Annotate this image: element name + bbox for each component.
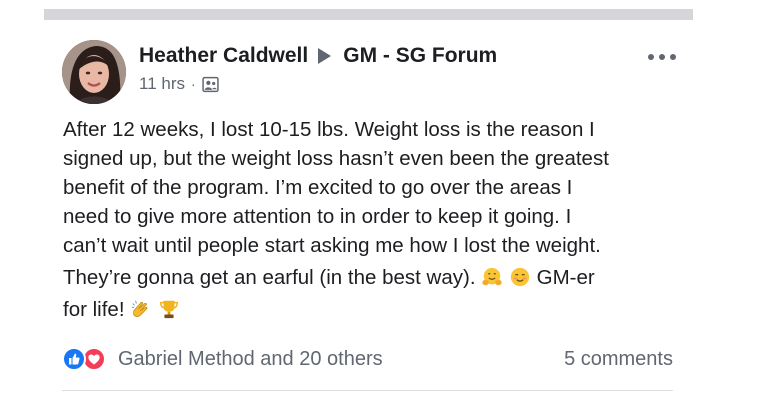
group-members-icon[interactable] xyxy=(201,76,219,93)
post-text-line: need to give more attention to in order … xyxy=(63,205,572,228)
post-body: After 12 weeks, I lost 10-15 lbs. Weight… xyxy=(63,115,683,324)
footer-divider xyxy=(62,390,673,391)
hugging-face-icon xyxy=(482,267,502,286)
post-text-segment: GM-er xyxy=(536,266,595,289)
smiling-face-icon xyxy=(510,267,530,287)
post-text-line-with-emoji: for life! xyxy=(63,295,683,324)
avatar-photo xyxy=(62,40,126,104)
trophy-icon xyxy=(159,300,178,319)
reactions-count-text[interactable]: Gabriel Method and 20 others xyxy=(118,348,383,371)
post-text-line: After 12 weeks, I lost 10-15 lbs. Weight… xyxy=(63,118,595,141)
post-text-segment: They’re gonna get an earful (in the best… xyxy=(63,266,476,289)
post-card: Heather Caldwell GM - SG Forum 11 hrs · … xyxy=(44,20,693,408)
post-meta: 11 hrs · xyxy=(139,74,219,94)
like-reaction-icon xyxy=(62,347,86,371)
post-text-line: benefit of the program. I’m excited to g… xyxy=(63,176,573,199)
post-text-line-with-emoji: They’re gonna get an earful (in the best… xyxy=(63,263,683,292)
author-name[interactable]: Heather Caldwell xyxy=(139,44,308,68)
post-text-segment: for life! xyxy=(63,298,125,321)
post-text-line: can’t wait until people start asking me … xyxy=(63,234,601,257)
reactions-summary[interactable]: Gabriel Method and 20 others xyxy=(62,346,383,372)
comments-count-link[interactable]: 5 comments xyxy=(564,348,673,371)
more-options-icon[interactable] xyxy=(648,52,676,62)
group-name[interactable]: GM - SG Forum xyxy=(343,44,497,68)
post-timestamp[interactable]: 11 hrs xyxy=(139,74,185,94)
meta-separator: · xyxy=(191,76,196,92)
author-avatar[interactable] xyxy=(62,40,126,104)
post-text-line: signed up, but the weight loss hasn’t ev… xyxy=(63,147,609,170)
clapping-hands-icon xyxy=(131,300,148,317)
post-header: Heather Caldwell GM - SG Forum xyxy=(139,44,497,68)
reaction-icons xyxy=(62,346,114,372)
feed-top-divider xyxy=(44,9,693,20)
shared-to-arrow-icon xyxy=(318,48,332,64)
